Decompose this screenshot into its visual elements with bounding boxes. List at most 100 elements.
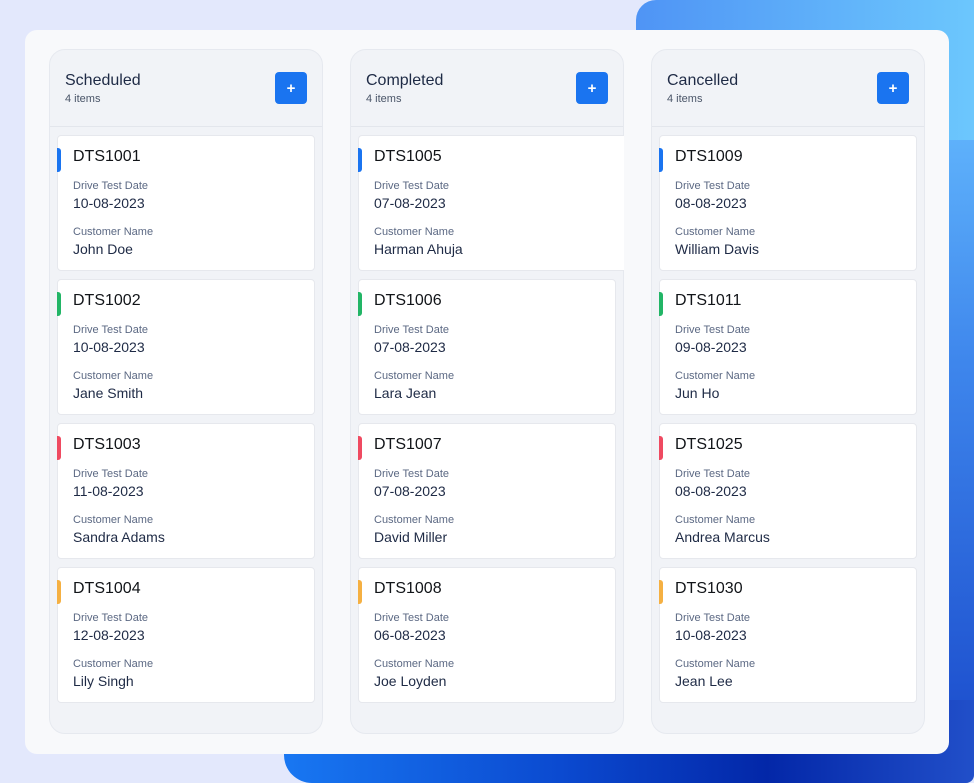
drive-test-date-value: 06-08-2023: [374, 627, 446, 643]
column-header: Completed 4 items +: [351, 50, 623, 127]
customer-name-value: Lily Singh: [73, 673, 134, 689]
task-card[interactable]: DTS1001 Drive Test Date 10-08-2023 Custo…: [57, 135, 315, 271]
card-list: DTS1001 Drive Test Date 10-08-2023 Custo…: [57, 135, 315, 711]
column-item-count: 4 items: [366, 93, 402, 105]
drive-test-date-label: Drive Test Date: [675, 180, 750, 192]
card-id: DTS1030: [675, 580, 743, 597]
task-card[interactable]: DTS1030 Drive Test Date 10-08-2023 Custo…: [659, 567, 917, 703]
column-completed: Completed 4 items + DTS1005 Drive Test D…: [350, 49, 624, 734]
card-id: DTS1009: [675, 148, 743, 165]
drive-test-date-value: 07-08-2023: [374, 339, 446, 355]
task-card[interactable]: DTS1009 Drive Test Date 08-08-2023 Custo…: [659, 135, 917, 271]
drive-test-date-value: 10-08-2023: [73, 195, 145, 211]
status-accent-bar: [659, 148, 663, 172]
customer-name-value: Sandra Adams: [73, 529, 165, 545]
customer-name-value: Jun Ho: [675, 385, 720, 401]
plus-icon: +: [286, 79, 296, 97]
add-card-button[interactable]: +: [275, 72, 307, 104]
card-id: DTS1025: [675, 436, 743, 453]
column-cancelled: Cancelled 4 items + DTS1009 Drive Test D…: [651, 49, 925, 734]
customer-name-label: Customer Name: [374, 226, 455, 238]
card-id: DTS1001: [73, 148, 141, 165]
drive-test-date-label: Drive Test Date: [374, 324, 449, 336]
drive-test-date-value: 10-08-2023: [73, 339, 145, 355]
drive-test-date-value: 11-08-2023: [73, 483, 144, 499]
card-id: DTS1003: [73, 436, 141, 453]
column-header: Scheduled 4 items +: [50, 50, 322, 127]
task-card[interactable]: DTS1008 Drive Test Date 06-08-2023 Custo…: [358, 567, 616, 703]
drive-test-date-value: 10-08-2023: [675, 627, 747, 643]
status-accent-bar: [659, 292, 663, 316]
drive-test-date-value: 07-08-2023: [374, 483, 446, 499]
customer-name-label: Customer Name: [374, 514, 455, 526]
status-accent-bar: [659, 436, 663, 460]
plus-icon: +: [587, 79, 597, 97]
task-card[interactable]: DTS1007 Drive Test Date 07-08-2023 Custo…: [358, 423, 616, 559]
column-title: Completed: [366, 72, 444, 89]
task-card[interactable]: DTS1003 Drive Test Date 11-08-2023 Custo…: [57, 423, 315, 559]
kanban-board: Scheduled 4 items + DTS1001 Drive Test D…: [25, 30, 949, 754]
customer-name-label: Customer Name: [374, 658, 455, 670]
customer-name-label: Customer Name: [675, 370, 756, 382]
column-scheduled: Scheduled 4 items + DTS1001 Drive Test D…: [49, 49, 323, 734]
card-id: DTS1008: [374, 580, 442, 597]
plus-icon: +: [888, 79, 898, 97]
status-accent-bar: [358, 292, 362, 316]
drive-test-date-value: 09-08-2023: [675, 339, 747, 355]
drive-test-date-value: 08-08-2023: [675, 195, 747, 211]
card-id: DTS1007: [374, 436, 442, 453]
card-id: DTS1011: [675, 292, 742, 309]
task-card[interactable]: DTS1025 Drive Test Date 08-08-2023 Custo…: [659, 423, 917, 559]
column-title: Cancelled: [667, 72, 739, 89]
status-accent-bar: [57, 148, 61, 172]
task-card[interactable]: DTS1011 Drive Test Date 09-08-2023 Custo…: [659, 279, 917, 415]
customer-name-value: John Doe: [73, 241, 133, 257]
status-accent-bar: [57, 292, 61, 316]
card-id: DTS1005: [374, 148, 442, 165]
column-header: Cancelled 4 items +: [652, 50, 924, 127]
customer-name-label: Customer Name: [675, 226, 756, 238]
add-card-button[interactable]: +: [576, 72, 608, 104]
add-card-button[interactable]: +: [877, 72, 909, 104]
customer-name-label: Customer Name: [73, 226, 154, 238]
drive-test-date-label: Drive Test Date: [374, 180, 449, 192]
drive-test-date-value: 07-08-2023: [374, 195, 446, 211]
task-card[interactable]: DTS1002 Drive Test Date 10-08-2023 Custo…: [57, 279, 315, 415]
task-card[interactable]: DTS1005 Drive Test Date 07-08-2023 Custo…: [358, 135, 624, 271]
customer-name-label: Customer Name: [374, 370, 455, 382]
customer-name-value: Joe Loyden: [374, 673, 447, 689]
card-id: DTS1004: [73, 580, 141, 597]
customer-name-value: Andrea Marcus: [675, 529, 770, 545]
column-item-count: 4 items: [65, 93, 101, 105]
customer-name-label: Customer Name: [73, 514, 154, 526]
drive-test-date-label: Drive Test Date: [73, 324, 148, 336]
customer-name-value: Lara Jean: [374, 385, 437, 401]
status-accent-bar: [659, 580, 663, 604]
status-accent-bar: [57, 580, 61, 604]
customer-name-value: William Davis: [675, 241, 759, 257]
drive-test-date-label: Drive Test Date: [675, 612, 750, 624]
drive-test-date-label: Drive Test Date: [675, 468, 750, 480]
status-accent-bar: [358, 580, 362, 604]
customer-name-label: Customer Name: [675, 514, 756, 526]
card-id: DTS1006: [374, 292, 442, 309]
card-list: DTS1009 Drive Test Date 08-08-2023 Custo…: [659, 135, 917, 711]
customer-name-label: Customer Name: [73, 658, 154, 670]
column-item-count: 4 items: [667, 93, 703, 105]
task-card[interactable]: DTS1004 Drive Test Date 12-08-2023 Custo…: [57, 567, 315, 703]
customer-name-value: Harman Ahuja: [374, 241, 463, 257]
status-accent-bar: [358, 148, 362, 172]
status-accent-bar: [57, 436, 61, 460]
customer-name-value: Jane Smith: [73, 385, 144, 401]
card-id: DTS1002: [73, 292, 141, 309]
drive-test-date-label: Drive Test Date: [73, 612, 148, 624]
customer-name-value: Jean Lee: [675, 673, 733, 689]
customer-name-value: David Miller: [374, 529, 448, 545]
drive-test-date-label: Drive Test Date: [675, 324, 750, 336]
drive-test-date-label: Drive Test Date: [374, 612, 449, 624]
drive-test-date-label: Drive Test Date: [73, 180, 148, 192]
task-card[interactable]: DTS1006 Drive Test Date 07-08-2023 Custo…: [358, 279, 616, 415]
customer-name-label: Customer Name: [73, 370, 154, 382]
status-accent-bar: [358, 436, 362, 460]
drive-test-date-value: 12-08-2023: [73, 627, 145, 643]
